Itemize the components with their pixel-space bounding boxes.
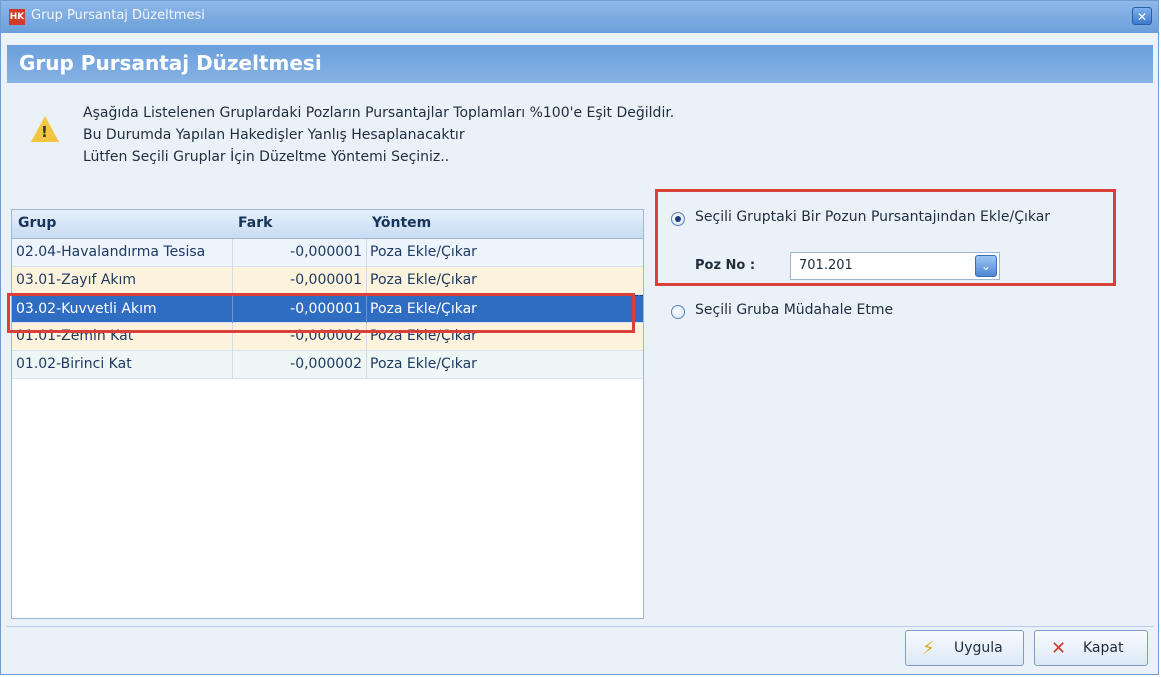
option-label-2[interactable]: Seçili Gruba Müdahale Etme: [695, 302, 893, 318]
window-title: Grup Pursantaj Düzeltmesi: [31, 8, 205, 23]
chevron-down-icon[interactable]: ⌄: [975, 255, 997, 277]
table-row[interactable]: 01.01-Zemin Kat -0,000002 Poza Ekle/Çıka…: [12, 323, 643, 351]
x-icon: ✕: [1051, 638, 1067, 659]
table-row[interactable]: 01.02-Birinci Kat -0,000002 Poza Ekle/Çı…: [12, 351, 643, 379]
table-row[interactable]: 03.01-Zayıf Akım -0,000001 Poza Ekle/Çık…: [12, 267, 643, 295]
lightning-icon: ⚡: [922, 638, 935, 659]
title-bar[interactable]: HK Grup Pursantaj Düzeltmesi ✕: [1, 1, 1158, 33]
dialog-header: Grup Pursantaj Düzeltmesi: [7, 45, 1153, 83]
close-button-label: Kapat: [1083, 640, 1124, 656]
cell-yontem: Poza Ekle/Çıkar: [370, 301, 477, 317]
message-line-3: Lütfen Seçili Gruplar İçin Düzeltme Yönt…: [83, 149, 450, 165]
column-header-yontem[interactable]: Yöntem: [372, 215, 431, 231]
message-line-2: Bu Durumda Yapılan Hakedişler Yanlış Hes…: [83, 127, 465, 143]
poz-no-label: Poz No :: [695, 258, 756, 273]
table-row[interactable]: 02.04-Havalandırma Tesisa -0,000001 Poza…: [12, 239, 643, 267]
close-icon[interactable]: ✕: [1132, 7, 1152, 25]
cell-grup: 01.02-Birinci Kat: [16, 356, 132, 372]
cell-fark: -0,000001: [290, 244, 362, 260]
cell-fark: -0,000001: [290, 301, 362, 317]
cell-yontem: Poza Ekle/Çıkar: [370, 356, 477, 372]
footer-divider: [7, 626, 1153, 627]
column-header-grup[interactable]: Grup: [18, 215, 56, 231]
cell-grup: 03.01-Zayıf Akım: [16, 272, 137, 288]
app-icon: HK: [9, 9, 25, 25]
close-button[interactable]: ✕ Kapat: [1034, 630, 1148, 666]
warning-icon-mark: !: [41, 123, 48, 141]
apply-button-label: Uygula: [954, 640, 1003, 656]
option-radio-2[interactable]: [671, 305, 685, 319]
cell-fark: -0,000002: [290, 356, 362, 372]
grid-header: Grup Fark Yöntem: [12, 210, 643, 239]
poz-no-combobox[interactable]: 701.201 ⌄: [790, 252, 1000, 280]
cell-fark: -0,000001: [290, 272, 362, 288]
column-header-fark[interactable]: Fark: [238, 215, 272, 231]
cell-yontem: Poza Ekle/Çıkar: [370, 244, 477, 260]
cell-grup: 03.02-Kuvvetli Akım: [16, 301, 157, 317]
message-line-1: Aşağıda Listelenen Gruplardaki Pozların …: [83, 105, 675, 121]
page-title: Grup Pursantaj Düzeltmesi: [19, 51, 322, 75]
apply-button[interactable]: ⚡ Uygula: [905, 630, 1024, 666]
option-label-1[interactable]: Seçili Gruptaki Bir Pozun Pursantajından…: [695, 209, 1050, 225]
cell-yontem: Poza Ekle/Çıkar: [370, 272, 477, 288]
group-grid[interactable]: Grup Fark Yöntem 02.04-Havalandırma Tesi…: [11, 209, 644, 619]
cell-grup: 01.01-Zemin Kat: [16, 328, 134, 344]
table-row-selected[interactable]: 03.02-Kuvvetli Akım -0,000001 Poza Ekle/…: [12, 295, 643, 324]
option-radio-1[interactable]: [671, 212, 685, 226]
cell-yontem: Poza Ekle/Çıkar: [370, 328, 477, 344]
cell-fark: -0,000002: [290, 328, 362, 344]
dialog-window: HK Grup Pursantaj Düzeltmesi ✕ Grup Purs…: [0, 0, 1159, 675]
poz-no-value: 701.201: [799, 258, 853, 273]
cell-grup: 02.04-Havalandırma Tesisa: [16, 244, 206, 260]
